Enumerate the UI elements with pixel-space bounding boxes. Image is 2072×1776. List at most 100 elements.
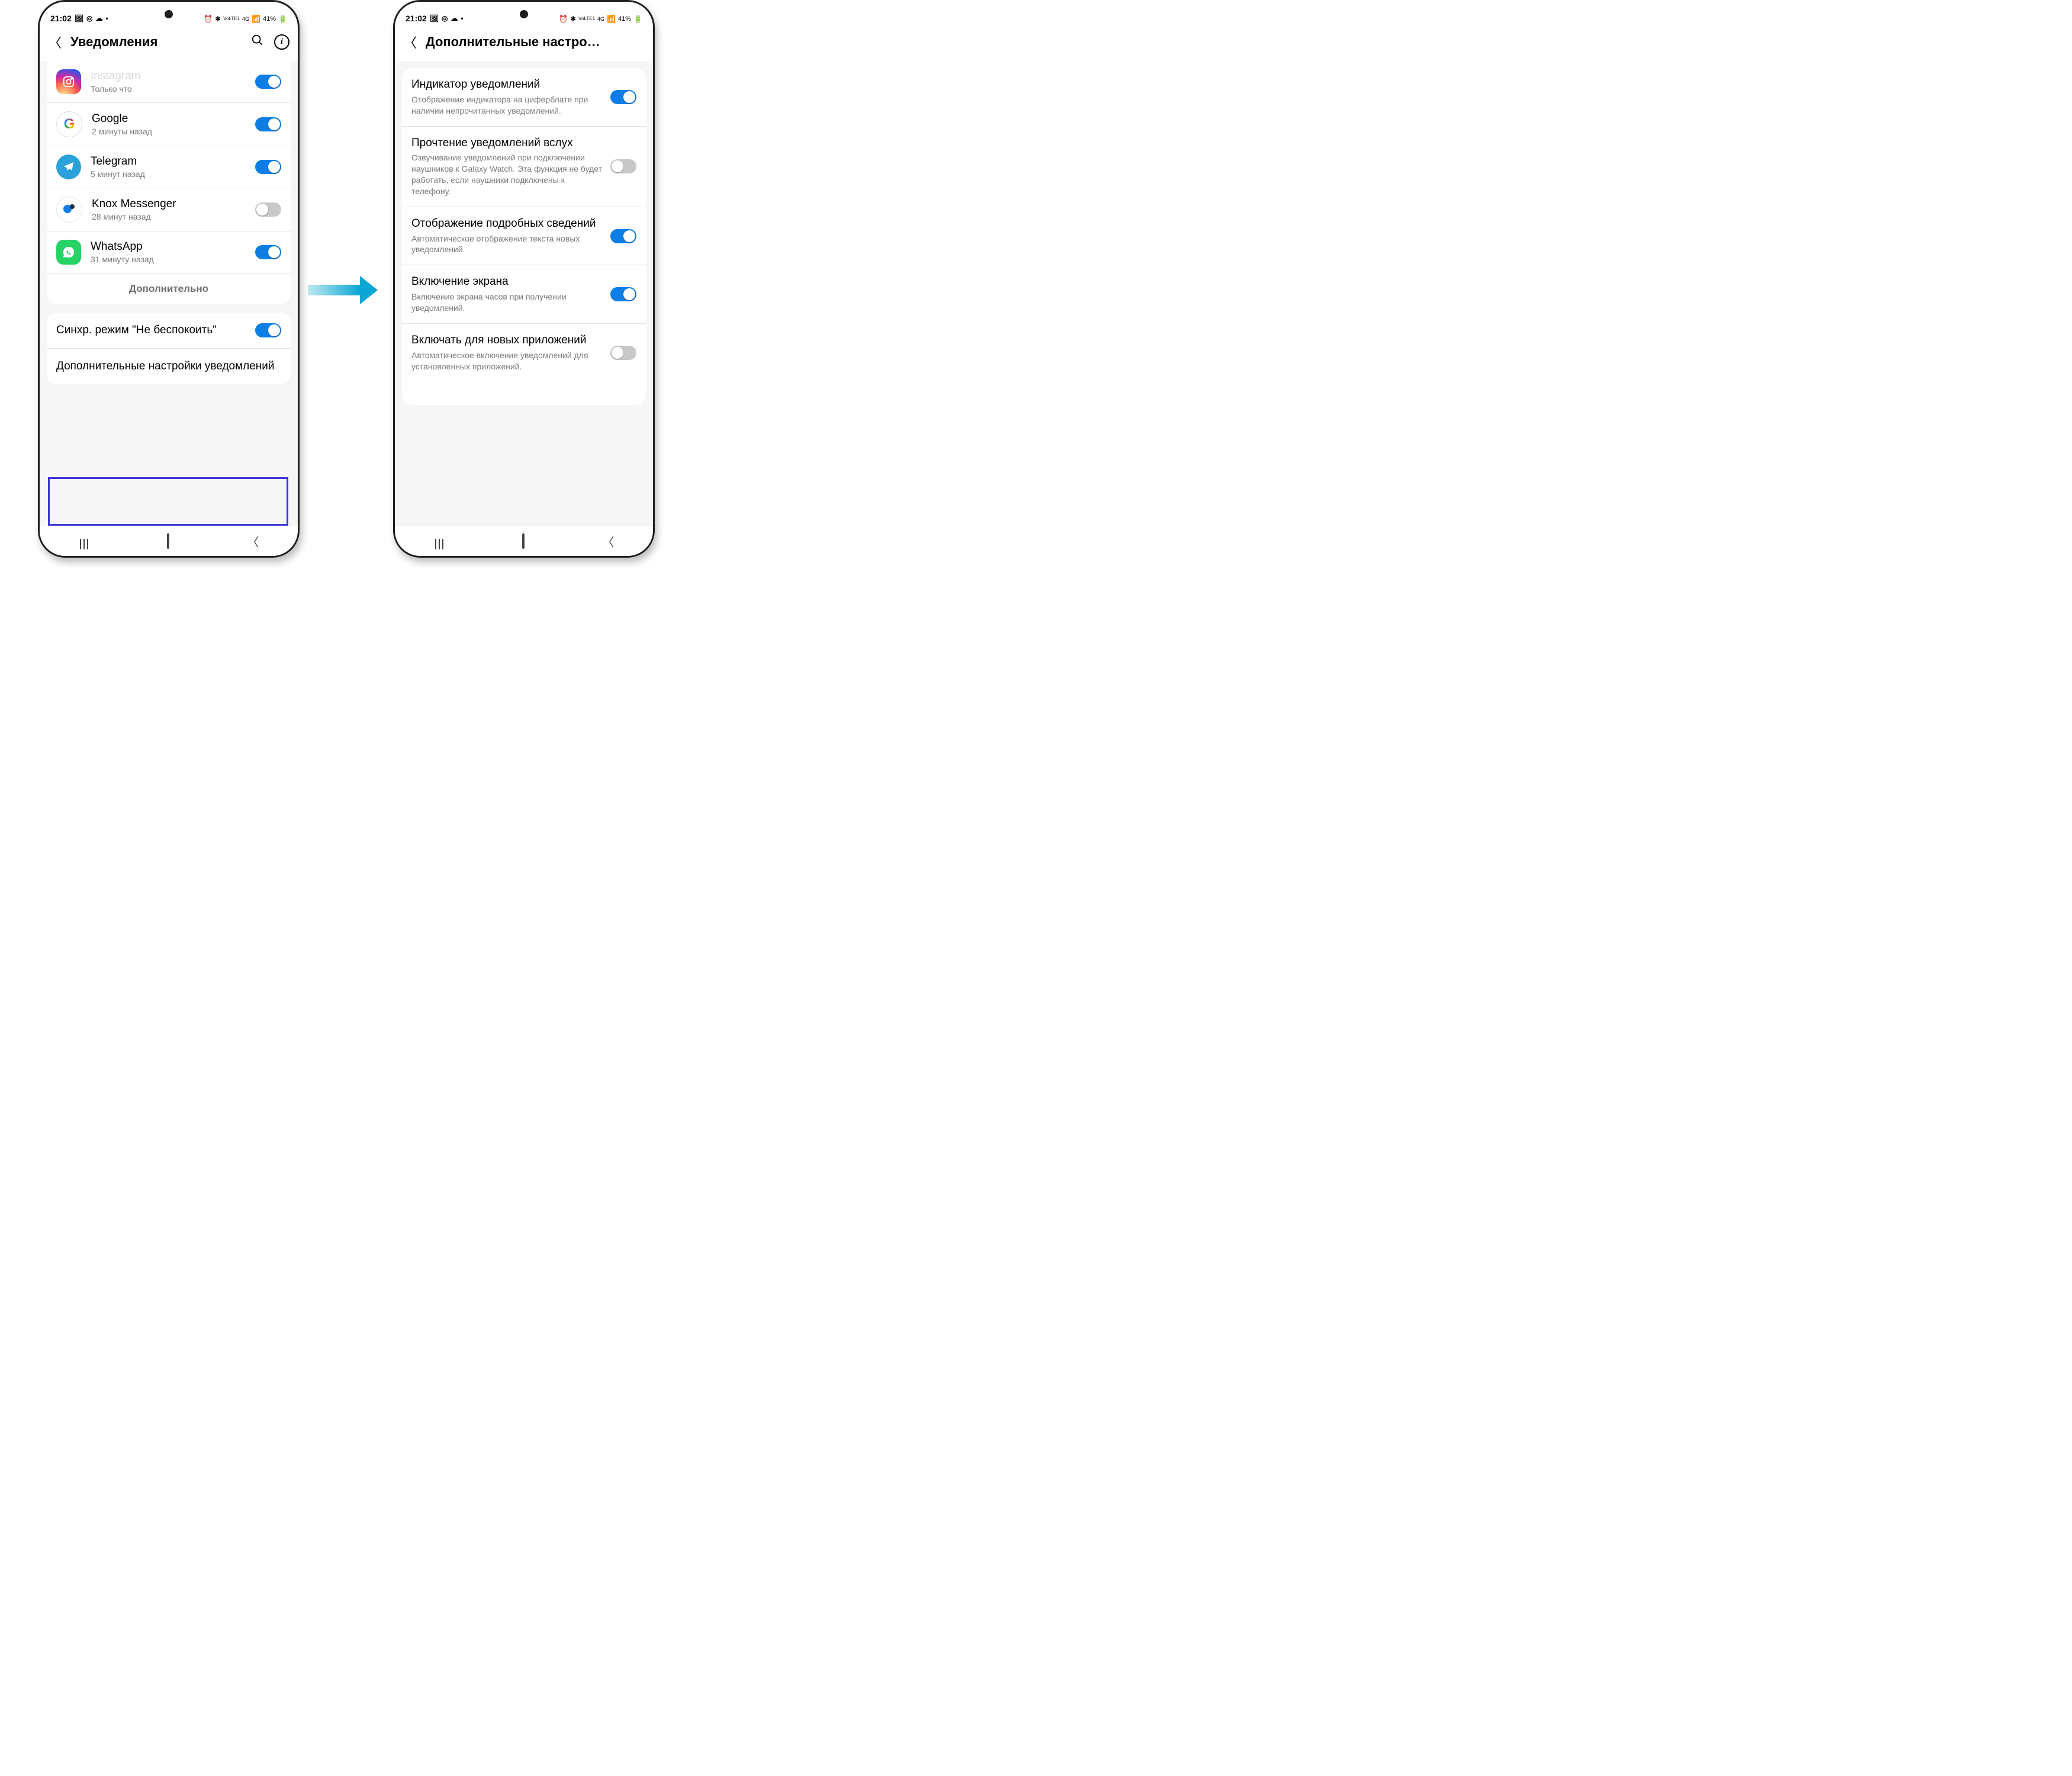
app-sub-label: 31 минуту назад — [91, 255, 248, 264]
page-title: Уведомления — [70, 34, 241, 50]
status-bar: 21:02 🖼 ◎ ☁ • ⏰ ✱ VoLTE1 4G 📶 41% 🔋 — [40, 2, 298, 23]
signal-icon: 📶 — [252, 15, 260, 23]
instagram-icon: ◎ — [86, 14, 92, 22]
bluetooth-icon: ✱ — [215, 15, 221, 23]
setting-toggle[interactable] — [610, 90, 636, 104]
app-name-label: Instagram — [91, 70, 248, 83]
dot-icon: • — [106, 14, 108, 22]
setting-sub: Автоматическое отображение текста новых … — [411, 233, 603, 256]
setting-title: Индикатор уведомлений — [411, 78, 603, 92]
setting-toggle[interactable] — [610, 287, 636, 301]
back-button[interactable]: 〈 — [247, 533, 259, 550]
app-toggle[interactable] — [255, 245, 281, 259]
app-toggle[interactable] — [255, 75, 281, 89]
home-button[interactable] — [522, 535, 525, 548]
app-name-label: Google — [92, 112, 248, 126]
whatsapp-icon — [56, 240, 81, 265]
phone-left: 21:02 🖼 ◎ ☁ • ⏰ ✱ VoLTE1 4G 📶 41% 🔋 〈 Ув… — [38, 0, 300, 558]
recent-apps-button[interactable] — [79, 535, 89, 548]
setting-toggle[interactable] — [610, 346, 636, 360]
header: 〈 Дополнительные настро… — [395, 23, 653, 61]
setting-details[interactable]: Отображение подробных сведений Автоматич… — [402, 207, 646, 265]
setting-screen-on[interactable]: Включение экрана Включение экрана часов … — [402, 265, 646, 323]
nav-bar: 〈 — [395, 526, 653, 556]
setting-sub: Отображение индикатора на циферблате при… — [411, 94, 603, 117]
app-row-google[interactable]: G Google 2 минуты назад — [47, 102, 291, 146]
instagram-icon — [56, 69, 81, 94]
battery-icon: 🔋 — [633, 15, 642, 23]
setting-title: Отображение подробных сведений — [411, 217, 603, 231]
setting-title: Включать для новых приложений — [411, 333, 603, 348]
signal-icon: 📶 — [607, 15, 616, 23]
settings-card: Синхр. режим "Не беспокоить" Дополнитель… — [47, 313, 291, 384]
apps-card: Instagram Только что G Google 2 минуты н… — [47, 61, 291, 304]
setting-new-apps[interactable]: Включать для новых приложений Автоматиче… — [402, 323, 646, 382]
notifications-scroll[interactable]: Instagram Только что G Google 2 минуты н… — [40, 61, 298, 526]
recent-apps-button[interactable] — [434, 535, 445, 548]
app-toggle[interactable] — [255, 117, 281, 131]
advanced-settings-row[interactable]: Дополнительные настройки уведомлений — [47, 348, 291, 384]
telegram-icon — [56, 155, 81, 179]
cloud-icon: ☁ — [451, 14, 458, 22]
setting-read-aloud[interactable]: Прочтение уведомлений вслух Озвучивание … — [402, 126, 646, 207]
network-indicator: 4G — [242, 16, 249, 22]
advanced-scroll[interactable]: Индикатор уведомлений Отображение индика… — [395, 61, 653, 526]
dot-icon: • — [461, 14, 464, 22]
more-button[interactable]: Дополнительно — [47, 273, 291, 304]
search-icon[interactable] — [249, 34, 266, 50]
home-button[interactable] — [167, 535, 169, 548]
setting-sub: Озвучивание уведомлений при подключении … — [411, 152, 603, 197]
network-indicator: 4G — [597, 16, 604, 22]
app-sub-label: Только что — [91, 84, 248, 94]
alarm-icon: ⏰ — [559, 15, 568, 23]
app-name-label: WhatsApp — [91, 240, 248, 253]
status-time: 21:02 — [50, 14, 72, 23]
status-time: 21:02 — [406, 14, 427, 23]
status-bar: 21:02 🖼 ◎ ☁ • ⏰ ✱ VoLTE1 4G 📶 41% 🔋 — [395, 2, 653, 23]
setting-title: Включение экрана — [411, 275, 603, 289]
app-name-label: Telegram — [91, 155, 248, 168]
transition-arrow — [308, 278, 378, 302]
setting-toggle[interactable] — [610, 159, 636, 173]
google-icon: G — [56, 111, 82, 137]
app-sub-label: 28 минут назад — [92, 212, 248, 221]
app-name-label: Knox Messenger — [92, 198, 248, 211]
app-row-knox[interactable]: Knox Messenger 28 минут назад — [47, 188, 291, 231]
advanced-settings-label: Дополнительные настройки уведомлений — [56, 359, 281, 374]
back-icon[interactable]: 〈 — [403, 33, 417, 52]
info-icon[interactable]: i — [274, 34, 289, 50]
app-row-whatsapp[interactable]: WhatsApp 31 минуту назад — [47, 231, 291, 273]
image-icon: 🖼 — [75, 14, 83, 22]
app-row-instagram[interactable]: Instagram Только что — [47, 61, 291, 102]
setting-title: Прочтение уведомлений вслух — [411, 136, 603, 150]
setting-sub: Автоматическое включение уведомлений для… — [411, 350, 603, 372]
sync-dnd-label: Синхр. режим "Не беспокоить" — [56, 323, 248, 337]
sync-dnd-row[interactable]: Синхр. режим "Не беспокоить" — [47, 313, 291, 348]
page-title: Дополнительные настро… — [426, 34, 645, 50]
bluetooth-icon: ✱ — [570, 15, 576, 23]
alarm-icon: ⏰ — [204, 15, 213, 23]
cloud-icon: ☁ — [96, 14, 103, 22]
back-button[interactable]: 〈 — [602, 533, 614, 550]
battery-icon: 🔋 — [278, 15, 287, 23]
knox-icon — [56, 197, 82, 223]
back-icon[interactable]: 〈 — [48, 33, 62, 52]
volte-indicator: VoLTE1 — [223, 17, 240, 21]
instagram-icon: ◎ — [442, 14, 448, 22]
image-icon: 🖼 — [430, 14, 439, 22]
battery-percentage: 41% — [263, 15, 276, 22]
app-toggle[interactable] — [255, 160, 281, 174]
setting-toggle[interactable] — [610, 229, 636, 243]
app-toggle[interactable] — [255, 202, 281, 217]
sync-dnd-toggle[interactable] — [255, 323, 281, 337]
app-sub-label: 5 минут назад — [91, 169, 248, 179]
volte-indicator: VoLTE1 — [578, 17, 595, 21]
setting-indicator[interactable]: Индикатор уведомлений Отображение индика… — [402, 68, 646, 126]
advanced-card: Индикатор уведомлений Отображение индика… — [402, 68, 646, 405]
app-sub-label: 2 минуты назад — [92, 127, 248, 136]
app-row-telegram[interactable]: Telegram 5 минут назад — [47, 146, 291, 188]
header: 〈 Уведомления i — [40, 23, 298, 61]
battery-percentage: 41% — [618, 15, 631, 22]
setting-sub: Включение экрана часов при получении уве… — [411, 291, 603, 314]
nav-bar: 〈 — [40, 526, 298, 556]
